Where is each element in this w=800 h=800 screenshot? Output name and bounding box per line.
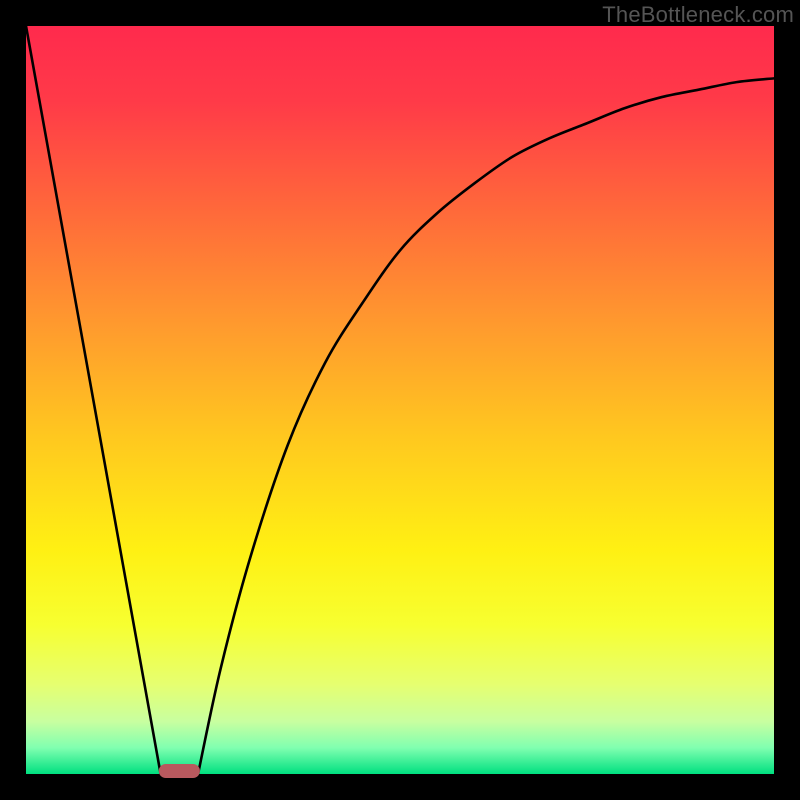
- right-curve: [198, 78, 774, 774]
- curves-layer: [26, 26, 774, 774]
- chart-frame: TheBottleneck.com: [0, 0, 800, 800]
- left-line: [26, 26, 161, 774]
- plot-area: [26, 26, 774, 774]
- bottom-marker: [159, 764, 200, 778]
- watermark-text: TheBottleneck.com: [602, 2, 794, 28]
